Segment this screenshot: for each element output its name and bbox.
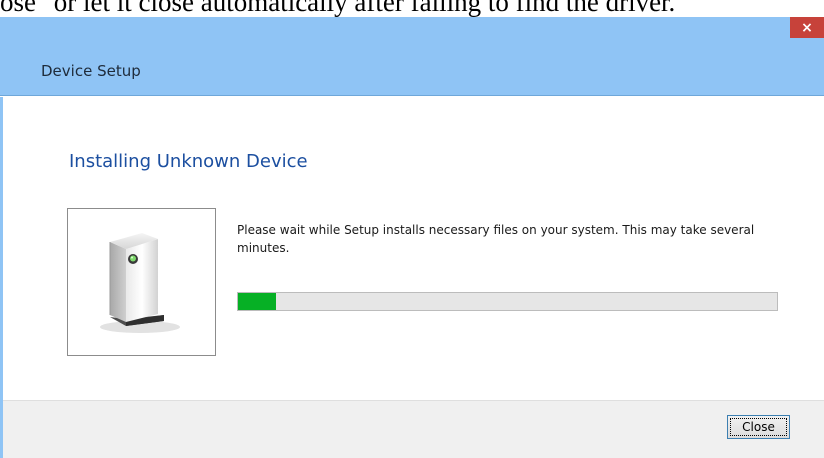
install-message: Please wait while Setup installs necessa… — [237, 223, 755, 255]
window-close-button[interactable]: × — [790, 17, 824, 38]
installing-heading: Installing Unknown Device — [69, 151, 308, 172]
device-image-frame — [67, 208, 216, 356]
close-button[interactable]: Close — [727, 415, 790, 439]
progress-fill — [238, 293, 276, 310]
dialog-content: Installing Unknown Device Please wait wh… — [3, 97, 824, 400]
background-document-text: ose" or let it close automatically after… — [0, 0, 676, 17]
device-setup-window: × Device Setup Installing Unknown Device — [0, 17, 824, 458]
dialog-header: Device Setup — [0, 38, 824, 96]
title-bar[interactable]: × — [0, 17, 824, 38]
dialog-footer: Close — [3, 400, 824, 458]
device-tower-icon — [100, 233, 180, 333]
install-progress-bar — [237, 292, 778, 311]
dialog-title: Device Setup — [41, 62, 141, 80]
